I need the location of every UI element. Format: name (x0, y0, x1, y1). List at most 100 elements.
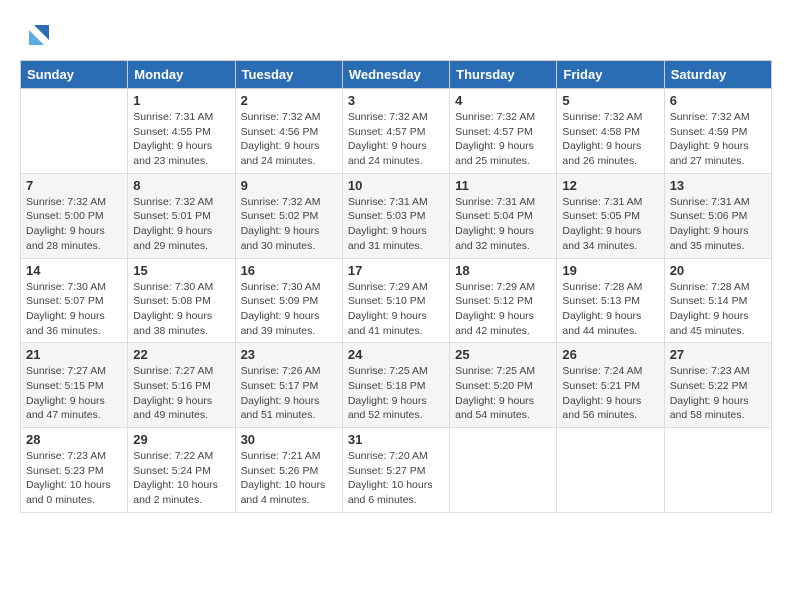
calendar-cell: 16 Sunrise: 7:30 AM Sunset: 5:09 PM Dayli… (235, 258, 342, 343)
calendar-cell: 5Sunrise: 7:32 AM Sunset: 4:58 PM Daylig… (557, 89, 664, 174)
day-number: 25 (455, 347, 551, 362)
calendar-cell: 21 Sunrise: 7:27 AM Sunset: 5:15 PM Dayli… (21, 343, 128, 428)
day-number: 17 (348, 263, 444, 278)
day-number: 19 (562, 263, 658, 278)
day-number: 20 (670, 263, 766, 278)
day-info: Sunrise: 7:32 AM Sunset: 5:00 PM Dayligh… (26, 195, 122, 254)
calendar-cell: 7 Sunrise: 7:32 AM Sunset: 5:00 PM Daylig… (21, 173, 128, 258)
calendar-cell: 12 Sunrise: 7:31 AM Sunset: 5:05 PM Dayli… (557, 173, 664, 258)
day-info: Sunrise: 7:23 AM Sunset: 5:23 PM Dayligh… (26, 449, 122, 508)
calendar-cell: 26Sunrise: 7:24 AM Sunset: 5:21 PM Dayli… (557, 343, 664, 428)
day-info: Sunrise: 7:31 AM Sunset: 5:06 PM Dayligh… (670, 195, 766, 254)
calendar-cell: 9 Sunrise: 7:32 AM Sunset: 5:02 PM Daylig… (235, 173, 342, 258)
day-number: 3 (348, 93, 444, 108)
calendar-cell: 14 Sunrise: 7:30 AM Sunset: 5:07 PM Dayli… (21, 258, 128, 343)
header-cell-wednesday: Wednesday (342, 61, 449, 89)
header-row: SundayMondayTuesdayWednesdayThursdayFrid… (21, 61, 772, 89)
week-row-5: 28 Sunrise: 7:23 AM Sunset: 5:23 PM Dayli… (21, 428, 772, 513)
day-info: Sunrise: 7:27 AM Sunset: 5:15 PM Dayligh… (26, 364, 122, 423)
day-info: Sunrise: 7:28 AM Sunset: 5:14 PM Dayligh… (670, 280, 766, 339)
calendar-cell (450, 428, 557, 513)
day-number: 23 (241, 347, 337, 362)
calendar-cell: 24 Sunrise: 7:25 AM Sunset: 5:18 PM Dayli… (342, 343, 449, 428)
day-info: Sunrise: 7:32 AM Sunset: 4:57 PM Dayligh… (348, 110, 444, 169)
day-info: Sunrise: 7:20 AM Sunset: 5:27 PM Dayligh… (348, 449, 444, 508)
day-info: Sunrise: 7:25 AM Sunset: 5:18 PM Dayligh… (348, 364, 444, 423)
day-number: 11 (455, 178, 551, 193)
day-info: Sunrise: 7:31 AM Sunset: 5:05 PM Dayligh… (562, 195, 658, 254)
calendar-cell: 8Sunrise: 7:32 AM Sunset: 5:01 PM Daylig… (128, 173, 235, 258)
header-cell-monday: Monday (128, 61, 235, 89)
day-number: 12 (562, 178, 658, 193)
day-info: Sunrise: 7:29 AM Sunset: 5:10 PM Dayligh… (348, 280, 444, 339)
calendar-cell: 17 Sunrise: 7:29 AM Sunset: 5:10 PM Dayli… (342, 258, 449, 343)
day-number: 10 (348, 178, 444, 193)
day-info: Sunrise: 7:30 AM Sunset: 5:07 PM Dayligh… (26, 280, 122, 339)
day-info: Sunrise: 7:30 AM Sunset: 5:09 PM Dayligh… (241, 280, 337, 339)
calendar-cell: 25 Sunrise: 7:25 AM Sunset: 5:20 PM Dayli… (450, 343, 557, 428)
week-row-2: 7 Sunrise: 7:32 AM Sunset: 5:00 PM Daylig… (21, 173, 772, 258)
day-number: 9 (241, 178, 337, 193)
logo (20, 20, 54, 50)
calendar-cell: 13 Sunrise: 7:31 AM Sunset: 5:06 PM Dayli… (664, 173, 771, 258)
calendar-cell: 18 Sunrise: 7:29 AM Sunset: 5:12 PM Dayli… (450, 258, 557, 343)
calendar-cell: 31Sunrise: 7:20 AM Sunset: 5:27 PM Dayli… (342, 428, 449, 513)
day-number: 15 (133, 263, 229, 278)
day-number: 21 (26, 347, 122, 362)
day-info: Sunrise: 7:32 AM Sunset: 5:02 PM Dayligh… (241, 195, 337, 254)
calendar-cell: 15 Sunrise: 7:30 AM Sunset: 5:08 PM Dayli… (128, 258, 235, 343)
day-number: 13 (670, 178, 766, 193)
day-info: Sunrise: 7:25 AM Sunset: 5:20 PM Dayligh… (455, 364, 551, 423)
header-cell-sunday: Sunday (21, 61, 128, 89)
day-info: Sunrise: 7:30 AM Sunset: 5:08 PM Dayligh… (133, 280, 229, 339)
header-cell-friday: Friday (557, 61, 664, 89)
calendar-cell (21, 89, 128, 174)
header-cell-thursday: Thursday (450, 61, 557, 89)
day-number: 18 (455, 263, 551, 278)
day-info: Sunrise: 7:31 AM Sunset: 4:55 PM Dayligh… (133, 110, 229, 169)
day-number: 4 (455, 93, 551, 108)
header-cell-saturday: Saturday (664, 61, 771, 89)
calendar-cell: 22 Sunrise: 7:27 AM Sunset: 5:16 PM Dayli… (128, 343, 235, 428)
calendar-cell: 23 Sunrise: 7:26 AM Sunset: 5:17 PM Dayli… (235, 343, 342, 428)
day-number: 29 (133, 432, 229, 447)
week-row-4: 21 Sunrise: 7:27 AM Sunset: 5:15 PM Dayli… (21, 343, 772, 428)
calendar-cell: 30Sunrise: 7:21 AM Sunset: 5:26 PM Dayli… (235, 428, 342, 513)
day-info: Sunrise: 7:32 AM Sunset: 4:58 PM Dayligh… (562, 110, 658, 169)
day-info: Sunrise: 7:27 AM Sunset: 5:16 PM Dayligh… (133, 364, 229, 423)
day-number: 14 (26, 263, 122, 278)
week-row-1: 1 Sunrise: 7:31 AM Sunset: 4:55 PM Daylig… (21, 89, 772, 174)
day-info: Sunrise: 7:32 AM Sunset: 4:57 PM Dayligh… (455, 110, 551, 169)
day-info: Sunrise: 7:22 AM Sunset: 5:24 PM Dayligh… (133, 449, 229, 508)
day-info: Sunrise: 7:24 AM Sunset: 5:21 PM Dayligh… (562, 364, 658, 423)
day-info: Sunrise: 7:32 AM Sunset: 4:59 PM Dayligh… (670, 110, 766, 169)
week-row-3: 14 Sunrise: 7:30 AM Sunset: 5:07 PM Dayli… (21, 258, 772, 343)
calendar-cell: 11Sunrise: 7:31 AM Sunset: 5:04 PM Dayli… (450, 173, 557, 258)
day-number: 7 (26, 178, 122, 193)
calendar-cell: 4 Sunrise: 7:32 AM Sunset: 4:57 PM Daylig… (450, 89, 557, 174)
calendar-cell: 10 Sunrise: 7:31 AM Sunset: 5:03 PM Dayli… (342, 173, 449, 258)
day-number: 6 (670, 93, 766, 108)
calendar-cell: 20 Sunrise: 7:28 AM Sunset: 5:14 PM Dayli… (664, 258, 771, 343)
calendar-cell: 3 Sunrise: 7:32 AM Sunset: 4:57 PM Daylig… (342, 89, 449, 174)
calendar-cell: 19 Sunrise: 7:28 AM Sunset: 5:13 PM Dayli… (557, 258, 664, 343)
day-number: 27 (670, 347, 766, 362)
day-number: 28 (26, 432, 122, 447)
day-number: 16 (241, 263, 337, 278)
day-number: 1 (133, 93, 229, 108)
day-info: Sunrise: 7:31 AM Sunset: 5:03 PM Dayligh… (348, 195, 444, 254)
day-number: 30 (241, 432, 337, 447)
day-number: 8 (133, 178, 229, 193)
day-number: 24 (348, 347, 444, 362)
day-info: Sunrise: 7:29 AM Sunset: 5:12 PM Dayligh… (455, 280, 551, 339)
day-number: 22 (133, 347, 229, 362)
calendar-cell: 29 Sunrise: 7:22 AM Sunset: 5:24 PM Dayli… (128, 428, 235, 513)
calendar-cell (664, 428, 771, 513)
day-info: Sunrise: 7:28 AM Sunset: 5:13 PM Dayligh… (562, 280, 658, 339)
page-header (20, 20, 772, 50)
header-cell-tuesday: Tuesday (235, 61, 342, 89)
calendar-cell: 2Sunrise: 7:32 AM Sunset: 4:56 PM Daylig… (235, 89, 342, 174)
day-number: 2 (241, 93, 337, 108)
day-info: Sunrise: 7:26 AM Sunset: 5:17 PM Dayligh… (241, 364, 337, 423)
calendar-cell: 27Sunrise: 7:23 AM Sunset: 5:22 PM Dayli… (664, 343, 771, 428)
